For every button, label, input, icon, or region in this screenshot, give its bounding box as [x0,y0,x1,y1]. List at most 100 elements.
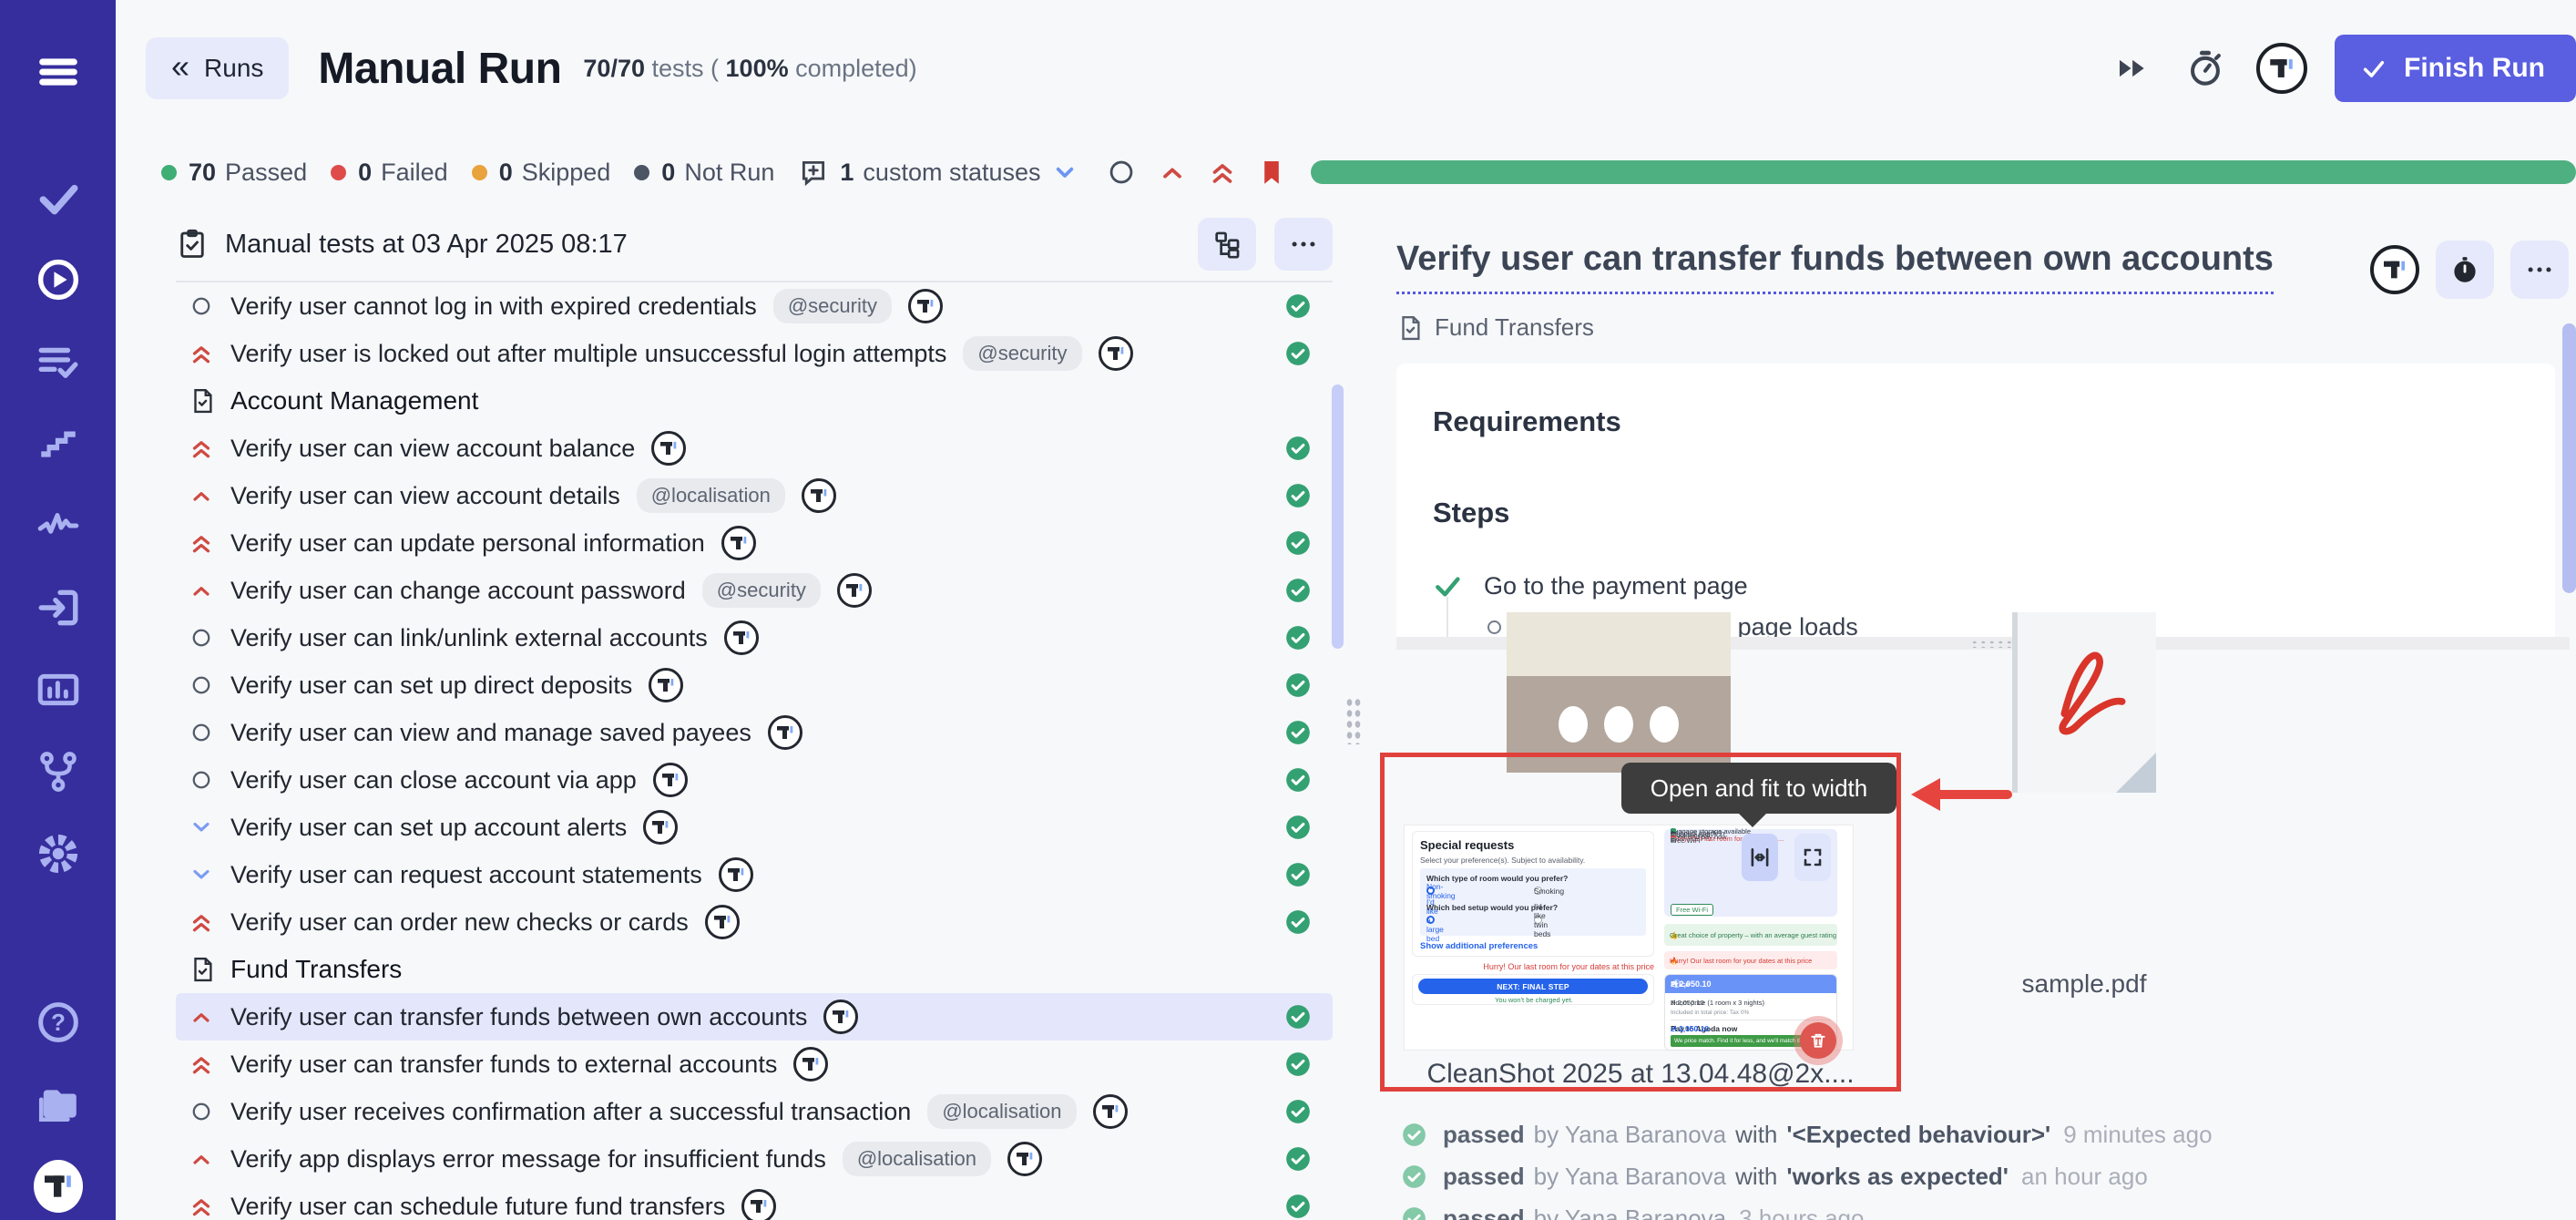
testomat-icon[interactable] [649,668,683,702]
testomat-icon[interactable] [724,620,759,655]
testomat-icon[interactable] [1007,1142,1042,1176]
detail-card: Requirements Steps Go to the payment pag… [1396,364,2555,637]
tag-badge[interactable]: @localisation [637,478,785,513]
test-row[interactable]: Verify user can close account via app [176,756,1333,804]
chevron-down-icon[interactable] [1050,158,1079,187]
tag-badge[interactable]: @security [963,336,1081,371]
history-status: passed [1443,1205,1525,1220]
test-row[interactable]: Verify user can order new checks or card… [176,898,1333,946]
test-row[interactable]: Verify user can change account password … [176,567,1333,614]
stopwatch-icon[interactable] [2185,48,2225,88]
testomat-icon[interactable] [908,289,943,323]
test-row[interactable]: Verify user can transfer funds between o… [176,993,1333,1041]
history-row[interactable]: passed by Yana Baranova with 'works as e… [1402,1155,2540,1197]
menu-icon[interactable] [34,47,83,97]
sidebar-item-settings[interactable] [34,829,83,878]
filter-medium-priority-icon[interactable] [1158,158,1187,187]
sidebar-item-sign-in[interactable] [34,583,83,632]
fast-forward-icon[interactable] [2112,50,2154,87]
testomat-icon[interactable] [837,573,872,608]
testomat-icon[interactable] [741,1189,776,1220]
test-row[interactable]: Verify user can link/unlink external acc… [176,614,1333,661]
testomat-icon[interactable] [653,763,688,797]
breadcrumb[interactable]: Fund Transfers [1396,313,2576,342]
testomat-icon[interactable] [1099,336,1133,371]
help-icon[interactable]: ? [34,998,83,1047]
filter-high-priority-icon[interactable] [1207,157,1238,188]
group-view-button[interactable] [1198,218,1256,271]
test-row[interactable]: Verify app displays error message for in… [176,1135,1333,1183]
sidebar-item-tests[interactable] [34,173,83,222]
test-row[interactable]: Verify user can schedule future fund tra… [176,1183,1333,1220]
sidebar-item-branches[interactable] [34,747,83,796]
attachment-image-thumbnail[interactable] [1507,612,1731,773]
tag-badge[interactable]: @security [773,289,892,323]
sidebar-item-reports[interactable] [34,665,83,714]
test-row[interactable]: Verify user can set up direct deposits [176,661,1333,709]
attachment-label[interactable]: sample.pdf [2012,969,2156,999]
fit-to-width-button[interactable] [1742,834,1778,881]
test-title: Verify user can close account via app [230,766,637,795]
testomat-icon[interactable] [823,1000,858,1034]
status-passed-icon [1285,909,1311,939]
testomat-icon[interactable] [721,526,756,560]
list-more-button[interactable] [1274,218,1333,271]
test-row[interactable]: Verify user can transfer funds to extern… [176,1041,1333,1088]
priority-medium-icon [185,1004,218,1030]
tag-badge[interactable]: @localisation [843,1142,991,1176]
testomat-icon[interactable] [651,431,686,466]
priority-medium-icon [185,483,218,508]
attachment-screenshot-thumbnail[interactable]: Special requests Select your preference(… [1404,825,1854,1051]
section-row[interactable]: Account Management [176,377,1333,425]
test-row[interactable]: Verify user can view account details @lo… [176,472,1333,519]
test-row[interactable]: Verify user is locked out after multiple… [176,330,1333,377]
panel-resize-divider[interactable] [1333,208,1375,1220]
testomat-icon[interactable] [719,857,753,892]
timer-button[interactable] [2436,241,2494,299]
testomat-icon[interactable] [2370,245,2419,294]
priority-low-icon [185,862,218,887]
stat-custom-statuses[interactable]: 1custom statuses [798,157,1040,188]
testomat-icon[interactable] [705,905,740,939]
step-row[interactable]: Go to the payment page [1433,571,2555,600]
testomat-icon[interactable] [1093,1094,1128,1129]
finish-run-button[interactable]: Finish Run [2335,35,2576,102]
testomat-icon[interactable] [802,478,836,513]
sidebar-item-pulse[interactable] [34,501,83,550]
sidebar-item-test-plans[interactable] [34,337,83,386]
testomat-logo[interactable] [34,1162,83,1211]
sidebar-item-steps[interactable] [34,419,83,468]
priority-high-icon [185,1193,218,1220]
breadcrumb-suite[interactable]: Fund Transfers [1435,313,1594,342]
history-row[interactable]: passed by Yana Baranova 3 hours ago [1402,1197,2540,1220]
tag-badge[interactable]: @localisation [927,1094,1076,1129]
test-row[interactable]: Verify user can view and manage saved pa… [176,709,1333,756]
history-row[interactable]: passed by Yana Baranova with '<Expected … [1402,1113,2540,1155]
failed-dot-icon [331,165,346,180]
test-row[interactable]: Verify user can update personal informat… [176,519,1333,567]
back-to-runs-button[interactable]: « Runs [146,37,289,99]
section-row[interactable]: Fund Transfers [176,946,1333,993]
testomat-icon[interactable] [768,715,802,750]
section-title: Account Management [230,386,478,415]
attachment-pdf-thumbnail[interactable] [2012,612,2156,793]
detail-title[interactable]: Verify user can transfer funds between o… [1396,239,2274,294]
bookmark-icon[interactable] [1256,157,1287,188]
testomat-icon[interactable] [643,810,678,845]
fullscreen-button[interactable] [1794,834,1831,881]
testomat-icon[interactable] [793,1047,828,1082]
tag-badge[interactable]: @security [702,573,821,608]
test-row[interactable]: Verify user can set up account alerts [176,804,1333,851]
delete-attachment-button[interactable] [1800,1022,1836,1059]
resize-grip-icon[interactable] [1345,697,1362,744]
detail-more-button[interactable] [2510,241,2569,299]
sidebar-item-runs[interactable] [34,255,83,304]
detail-scrollbar[interactable] [2562,323,2576,593]
test-row[interactable]: Verify user cannot log in with expired c… [176,282,1333,330]
projects-icon[interactable] [34,1080,83,1129]
test-row[interactable]: Verify user receives confirmation after … [176,1088,1333,1135]
test-row[interactable]: Verify user can view account balance [176,425,1333,472]
filter-normal-priority-icon[interactable] [1107,158,1136,187]
testomat-badge-icon[interactable] [2256,43,2307,94]
test-row[interactable]: Verify user can request account statemen… [176,851,1333,898]
